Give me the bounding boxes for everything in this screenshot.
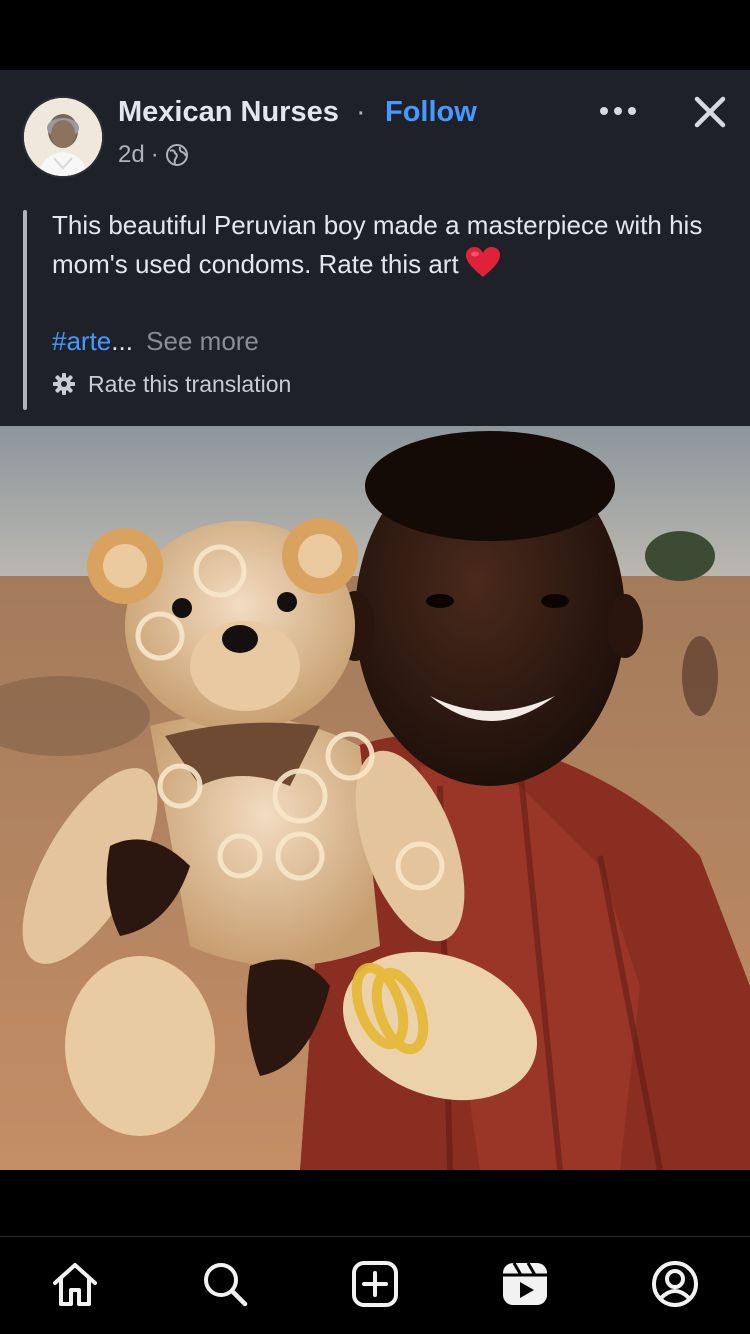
tab-profile[interactable] xyxy=(650,1259,700,1309)
caption-text: This beautiful Peruvian boy made a maste… xyxy=(52,210,703,279)
bottom-spacer xyxy=(0,1170,750,1236)
more-options-button[interactable] xyxy=(596,96,640,126)
reels-icon xyxy=(503,1262,547,1305)
globe-icon xyxy=(165,144,188,166)
rate-translation-button[interactable]: Rate this translation xyxy=(52,368,291,400)
heart-icon xyxy=(465,246,501,289)
tab-create[interactable] xyxy=(350,1259,400,1309)
avatar[interactable] xyxy=(24,98,102,176)
meta-separator: · xyxy=(150,141,159,168)
hashtag-link[interactable]: #arte xyxy=(52,326,111,356)
gear-icon xyxy=(53,373,75,395)
home-icon xyxy=(53,1263,97,1306)
post-meta: 2d · xyxy=(118,140,189,170)
close-icon xyxy=(694,96,726,128)
rate-translation-label: Rate this translation xyxy=(88,370,292,397)
separator-dot: · xyxy=(356,96,366,128)
search-icon xyxy=(204,1263,248,1307)
close-button[interactable] xyxy=(690,92,730,132)
bottom-tab-bar xyxy=(0,1237,750,1334)
post-header: Mexican Nurses · Follow 2d · This beauti… xyxy=(0,70,750,426)
see-more-link[interactable]: See more xyxy=(146,326,259,356)
quote-bar xyxy=(23,210,27,410)
author-name[interactable]: Mexican Nurses xyxy=(118,96,339,129)
post-photo[interactable] xyxy=(0,426,750,1170)
post-caption: This beautiful Peruvian boy made a maste… xyxy=(52,206,712,289)
ellipsis: ... xyxy=(111,326,133,356)
status-bar xyxy=(0,0,750,70)
more-icon xyxy=(600,107,636,115)
post-time[interactable]: 2d xyxy=(118,141,145,169)
tab-search[interactable] xyxy=(200,1259,250,1309)
follow-button[interactable]: Follow xyxy=(385,96,477,129)
create-icon xyxy=(352,1261,398,1307)
tab-reels[interactable] xyxy=(500,1259,550,1309)
profile-icon xyxy=(652,1261,698,1307)
hashtag-row: #arte... See more xyxy=(52,326,259,357)
tab-home[interactable] xyxy=(50,1259,100,1309)
